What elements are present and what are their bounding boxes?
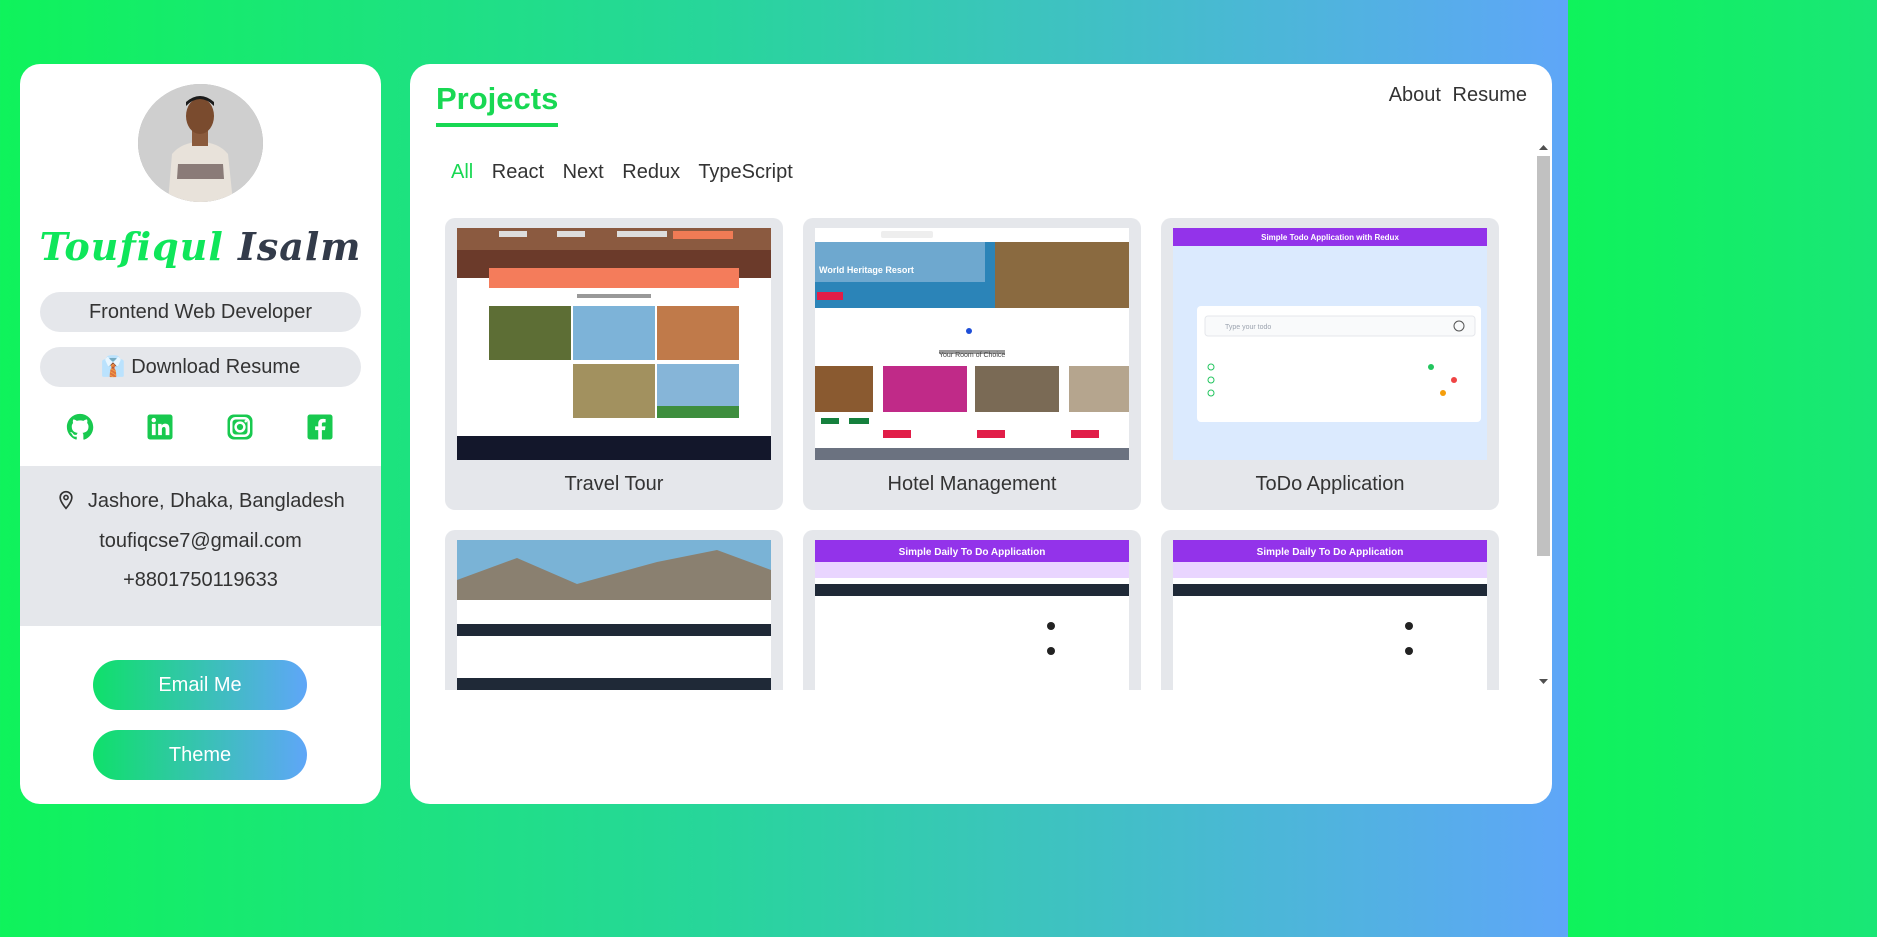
phone-text: +8801750119633 bbox=[123, 569, 278, 591]
project-filters: All React Next Redux TypeScript bbox=[451, 161, 806, 184]
project-title: ToDo Application bbox=[1255, 473, 1405, 495]
project-grid: Travel Tour World Heritage Resort Your R… bbox=[445, 218, 1535, 690]
profile-sidebar: Toufiqul Isalm Frontend Web Developer 👔 … bbox=[20, 64, 381, 804]
project-thumbnail: World Heritage Resort Your Room of Choic… bbox=[815, 228, 1129, 460]
last-name: Isalm bbox=[238, 224, 362, 269]
project-card[interactable]: Simple Daily To Do Application bbox=[1161, 530, 1499, 690]
project-card[interactable] bbox=[445, 530, 783, 690]
map-pin-icon bbox=[59, 490, 73, 510]
project-title: Travel Tour bbox=[564, 473, 664, 495]
nav-about[interactable]: About bbox=[1389, 84, 1441, 106]
scroll-down-icon[interactable] bbox=[1535, 673, 1552, 690]
project-card[interactable]: Travel Tour bbox=[445, 218, 783, 510]
email-me-button[interactable]: Email Me bbox=[93, 660, 307, 710]
todo-input-placeholder: Type your todo bbox=[1225, 324, 1271, 331]
facebook-icon[interactable] bbox=[305, 412, 335, 442]
todo-banner-text: Simple Todo Application with Redux bbox=[1261, 233, 1399, 242]
project-thumbnail bbox=[457, 540, 771, 690]
instagram-icon[interactable] bbox=[225, 412, 255, 442]
role-badge: Frontend Web Developer bbox=[40, 292, 361, 332]
filter-react[interactable]: React bbox=[492, 161, 544, 183]
download-resume-label: Download Resume bbox=[131, 356, 301, 378]
project-card[interactable]: World Heritage Resort Your Room of Choic… bbox=[803, 218, 1141, 510]
project-thumbnail: Simple Todo Application with Redux Type … bbox=[1173, 228, 1487, 460]
project-thumbnail bbox=[457, 228, 771, 460]
project-title: Hotel Management bbox=[887, 473, 1057, 495]
github-icon[interactable] bbox=[65, 412, 95, 442]
first-name: Toufiqul bbox=[39, 224, 224, 269]
page-title: Projects bbox=[436, 81, 559, 127]
avatar bbox=[138, 84, 263, 202]
hotel-section-text: Your Room of Choice bbox=[939, 352, 1005, 359]
profile-name: Toufiqul Isalm bbox=[20, 224, 381, 269]
download-resume-button[interactable]: 👔 Download Resume bbox=[40, 347, 361, 387]
filter-redux[interactable]: Redux bbox=[622, 161, 680, 183]
projects-panel: Projects About Resume All React Next Red… bbox=[410, 64, 1552, 804]
top-nav: About Resume bbox=[1383, 84, 1527, 107]
project-card[interactable]: Simple Todo Application with Redux Type … bbox=[1161, 218, 1499, 510]
social-links bbox=[20, 412, 381, 442]
scrollbar[interactable] bbox=[1535, 139, 1552, 690]
nav-resume[interactable]: Resume bbox=[1453, 84, 1527, 106]
location-line: Jashore, Dhaka, Bangladesh bbox=[20, 490, 381, 513]
scroll-up-icon[interactable] bbox=[1535, 139, 1552, 156]
hotel-hero-text: World Heritage Resort bbox=[819, 265, 914, 275]
scroll-thumb[interactable] bbox=[1537, 156, 1550, 556]
avatar-image bbox=[138, 84, 263, 202]
filter-next[interactable]: Next bbox=[563, 161, 604, 183]
filter-typescript[interactable]: TypeScript bbox=[698, 161, 792, 183]
todo-banner-text: Simple Daily To Do Application bbox=[899, 547, 1046, 558]
project-thumbnail: Simple Daily To Do Application bbox=[815, 540, 1129, 690]
filter-all[interactable]: All bbox=[451, 161, 473, 183]
linkedin-icon[interactable] bbox=[145, 412, 175, 442]
tie-icon: 👔 bbox=[100, 356, 126, 378]
project-card[interactable]: Simple Daily To Do Application bbox=[803, 530, 1141, 690]
email-text: toufiqcse7@gmail.com bbox=[99, 530, 302, 552]
project-thumbnail: Simple Daily To Do Application bbox=[1173, 540, 1487, 690]
theme-button[interactable]: Theme bbox=[93, 730, 307, 780]
location-text: Jashore, Dhaka, Bangladesh bbox=[87, 490, 345, 512]
contact-info: Jashore, Dhaka, Bangladesh toufiqcse7@gm… bbox=[20, 466, 381, 626]
todo-banner-text: Simple Daily To Do Application bbox=[1257, 547, 1404, 558]
